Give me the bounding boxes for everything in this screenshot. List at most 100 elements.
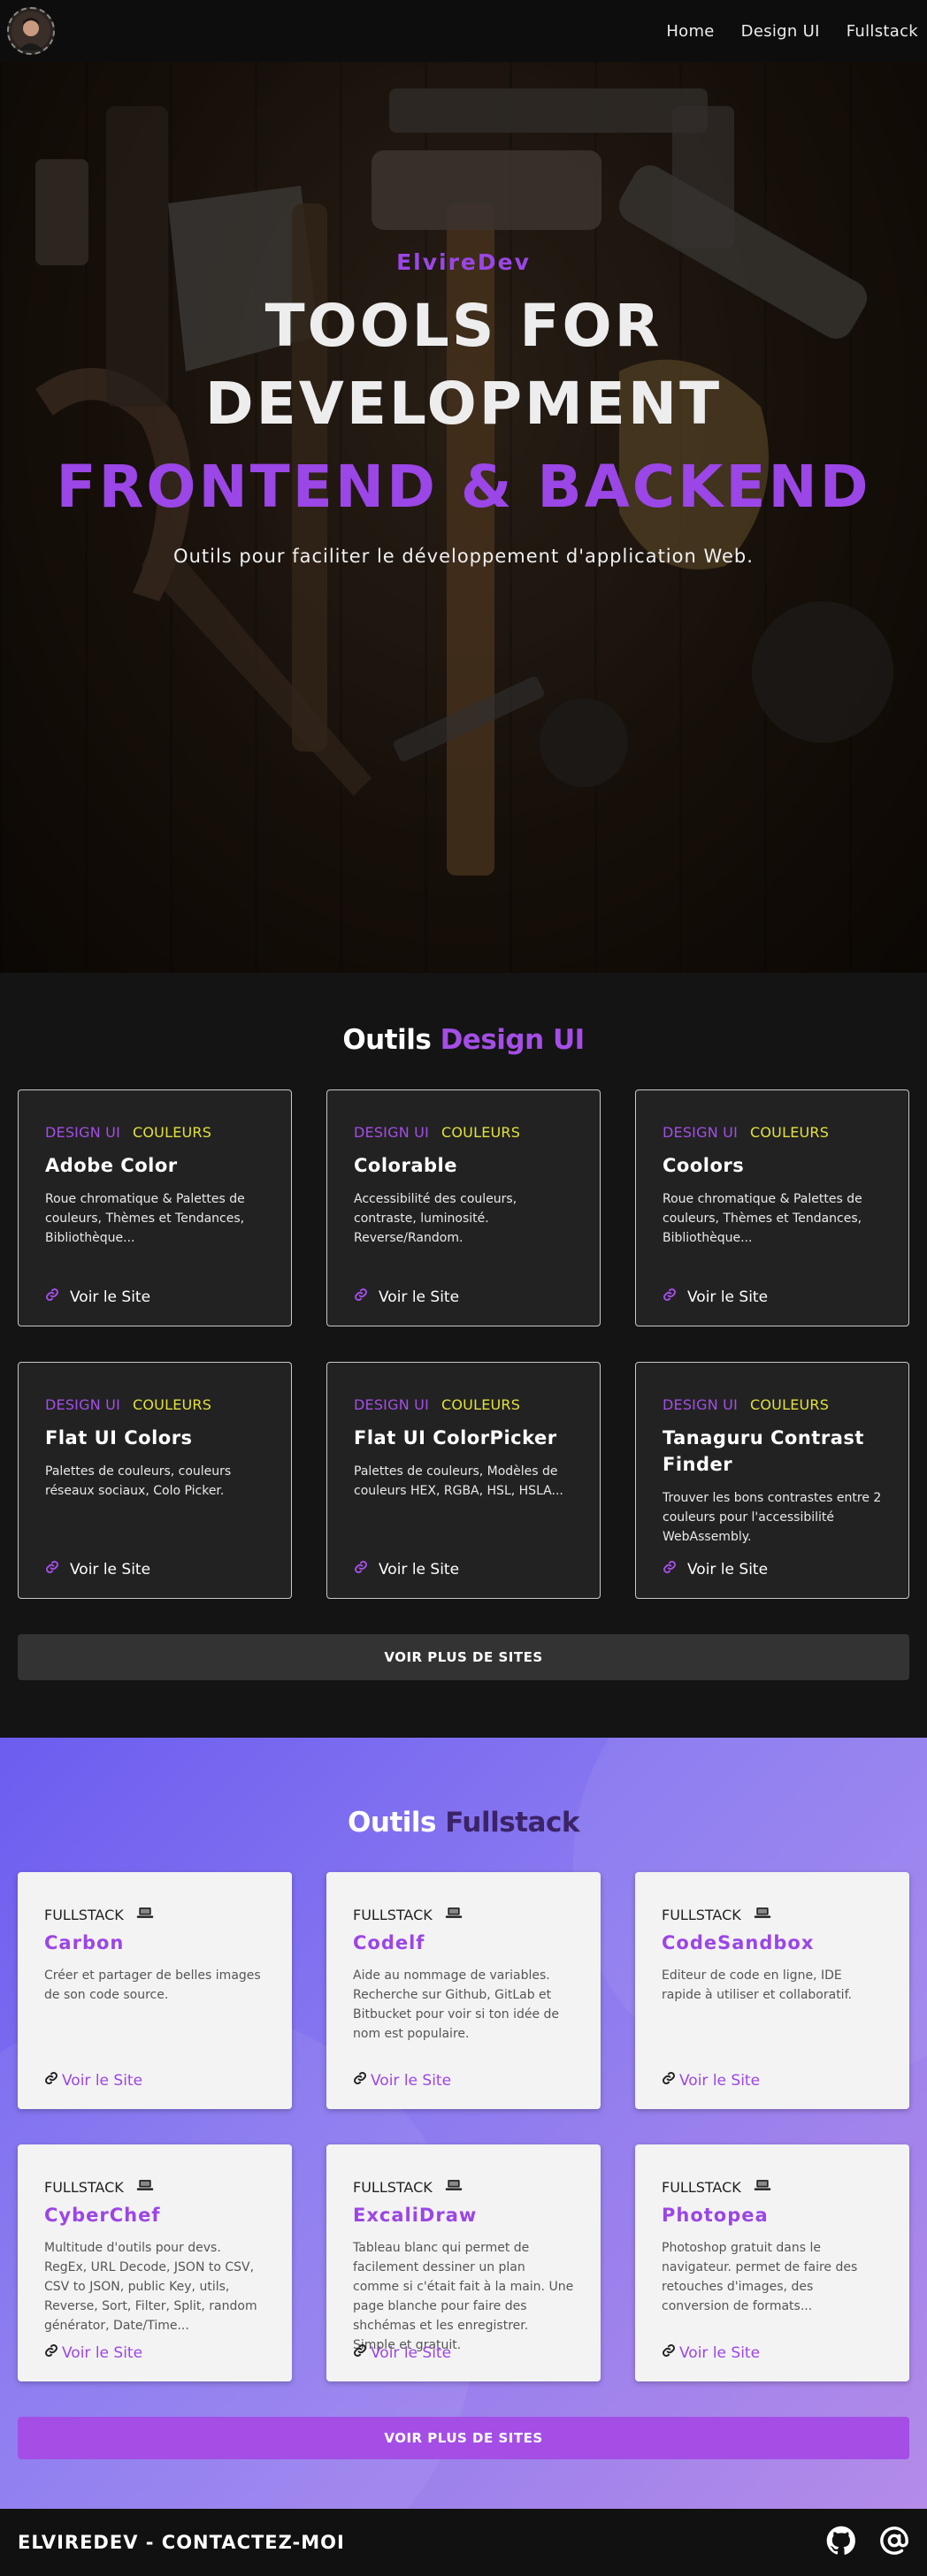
card-link-label: Voir le Site <box>679 2071 761 2090</box>
card-description: Photoshop gratuit dans le navigateur. pe… <box>662 2241 858 2313</box>
card-description: Créer et partager de belles images de so… <box>44 1968 261 2002</box>
footer-contact-text[interactable]: ELVIREDEV - CONTACTEZ-MOI <box>18 2532 345 2553</box>
card-link-label: Voir le Site <box>70 1288 151 1306</box>
laptop-icon <box>136 2178 154 2196</box>
card-title: CodeSandbox <box>662 1932 815 1953</box>
fullstack-tool-card: FULLSTACK CodeSandbox Editeur de code en l… <box>635 1872 909 2109</box>
link-icon <box>662 2343 676 2362</box>
card-description: Palettes de couleurs, Modèles de couleur… <box>354 1464 563 1498</box>
card-visit-link[interactable]: Voir le Site <box>44 2343 142 2362</box>
card-tags: DESIGN UI COULEURS <box>663 1124 882 1141</box>
card-visit-link[interactable]: Voir le Site <box>354 1560 459 1578</box>
card-visit-link[interactable]: Voir le Site <box>663 1560 768 1578</box>
hero-title-line-2: DEVELOPMENT <box>204 370 723 438</box>
laptop-icon <box>754 1906 771 1923</box>
avatar[interactable] <box>7 7 55 55</box>
tag-fullstack: FULLSTACK <box>44 1906 124 1923</box>
laptop-icon <box>445 2178 463 2196</box>
card-visit-link[interactable]: Voir le Site <box>45 1560 150 1578</box>
laptop-icon <box>754 2178 771 2196</box>
fullstack-more-sites-button[interactable]: VOIR PLUS DE SITES <box>18 2417 909 2459</box>
card-title: Flat UI ColorPicker <box>354 1427 557 1449</box>
nav-link-home[interactable]: Home <box>666 22 714 41</box>
card-title: Coolors <box>663 1155 745 1176</box>
card-title: Flat UI Colors <box>45 1427 193 1449</box>
laptop-icon <box>136 1906 154 1923</box>
card-description: Accessibilité des couleurs, contraste, l… <box>354 1192 517 1245</box>
tag-design-ui: DESIGN UI <box>354 1124 429 1141</box>
design-tool-card: DESIGN UI COULEURS Flat UI Colors Palettes … <box>18 1362 292 1599</box>
card-description: Roue chromatique & Palettes de couleurs,… <box>663 1192 862 1245</box>
fullstack-tool-card: FULLSTACK ExcaliDraw Tableau blanc qui per… <box>326 2144 601 2381</box>
link-icon <box>353 2343 367 2362</box>
card-tag: FULLSTACK <box>353 1906 574 1923</box>
nav-link-fullstack[interactable]: Fullstack <box>847 22 918 41</box>
fullstack-section: Outils Fullstack FULLSTACK Carbon Créer et… <box>0 1738 927 2509</box>
card-title: CyberChef <box>44 2205 161 2226</box>
tag-fullstack: FULLSTACK <box>44 2178 124 2196</box>
nav-link-design-ui[interactable]: Design UI <box>741 22 820 41</box>
card-tag: FULLSTACK <box>44 2178 265 2196</box>
card-description: Editeur de code en ligne, IDE rapide à u… <box>662 1968 852 2002</box>
card-tags: DESIGN UI COULEURS <box>354 1124 573 1141</box>
github-icon[interactable] <box>826 2526 856 2559</box>
design-tool-card: DESIGN UI COULEURS Colorable Accessibilité … <box>326 1089 601 1326</box>
tag-design-ui: DESIGN UI <box>45 1124 120 1141</box>
tag-fullstack: FULLSTACK <box>353 2178 433 2196</box>
avatar-portrait-icon <box>11 11 50 50</box>
tag-fullstack: FULLSTACK <box>662 2178 741 2196</box>
fullstack-section-title: Outils Fullstack <box>18 1807 909 1838</box>
link-icon <box>45 1288 59 1306</box>
design-ui-section: Outils Design UI DESIGN UI COULEURS Adobe … <box>0 973 927 1738</box>
hero-subtitle: Outils pour faciliter le développement d… <box>173 546 754 567</box>
link-icon <box>45 1560 59 1578</box>
card-visit-link[interactable]: Voir le Site <box>45 1288 150 1306</box>
card-title: Adobe Color <box>45 1155 178 1176</box>
card-visit-link[interactable]: Voir le Site <box>44 2071 142 2090</box>
card-visit-link[interactable]: Voir le Site <box>663 1288 768 1306</box>
top-navbar: Home Design UI Fullstack <box>0 0 927 62</box>
card-tags: DESIGN UI COULEURS <box>45 1124 264 1141</box>
link-icon <box>354 1560 368 1578</box>
card-tag: FULLSTACK <box>662 2178 883 2196</box>
card-visit-link[interactable]: Voir le Site <box>662 2343 760 2362</box>
card-link-label: Voir le Site <box>371 2343 452 2362</box>
card-tags: DESIGN UI COULEURS <box>663 1396 882 1413</box>
at-sign-icon[interactable] <box>879 2526 909 2559</box>
fullstack-tool-card: FULLSTACK Photopea Photoshop gratuit dans … <box>635 2144 909 2381</box>
tag-couleurs: COULEURS <box>750 1396 830 1413</box>
design-tool-card: DESIGN UI COULEURS Tanaguru Contrast Finde… <box>635 1362 909 1599</box>
link-icon <box>663 1288 677 1306</box>
tag-fullstack: FULLSTACK <box>662 1906 741 1923</box>
design-more-sites-button[interactable]: VOIR PLUS DE SITES <box>18 1634 909 1680</box>
link-icon <box>354 1288 368 1306</box>
card-link-label: Voir le Site <box>679 2343 761 2362</box>
card-visit-link[interactable]: Voir le Site <box>353 2071 451 2090</box>
design-title-accent: Design UI <box>440 1024 586 1056</box>
laptop-icon <box>445 1906 463 1923</box>
tag-design-ui: DESIGN UI <box>663 1396 738 1413</box>
card-description: Trouver les bons contrastes entre 2 coul… <box>663 1491 882 1544</box>
card-tag: FULLSTACK <box>662 1906 883 1923</box>
tag-couleurs: COULEURS <box>133 1124 212 1141</box>
card-tags: DESIGN UI COULEURS <box>45 1396 264 1413</box>
tag-design-ui: DESIGN UI <box>354 1396 429 1413</box>
tag-couleurs: COULEURS <box>441 1124 521 1141</box>
card-visit-link[interactable]: Voir le Site <box>353 2343 451 2362</box>
fullstack-tool-card: FULLSTACK Codelf Aide au nommage de variab… <box>326 1872 601 2109</box>
card-title: Carbon <box>44 1932 125 1953</box>
card-link-label: Voir le Site <box>62 2343 143 2362</box>
card-visit-link[interactable]: Voir le Site <box>662 2071 760 2090</box>
footer: ELVIREDEV - CONTACTEZ-MOI <box>0 2509 927 2576</box>
link-icon <box>44 2343 58 2362</box>
hero-title-line-3: FRONTEND & BACKEND <box>56 453 871 521</box>
card-description: Roue chromatique & Palettes de couleurs,… <box>45 1192 245 1245</box>
fullstack-cards-grid: FULLSTACK Carbon Créer et partager de bell… <box>18 1872 909 2381</box>
fullstack-title-plain: Outils <box>348 1807 436 1838</box>
hero-section: ElvireDev TOOLS FOR DEVELOPMENT FRONTEND… <box>0 0 927 973</box>
card-visit-link[interactable]: Voir le Site <box>354 1288 459 1306</box>
card-description: Tableau blanc qui permet de facilement d… <box>353 2241 574 2352</box>
card-title: Tanaguru Contrast Finder <box>663 1427 864 1475</box>
link-icon <box>662 2071 676 2090</box>
card-link-label: Voir le Site <box>687 1288 769 1306</box>
